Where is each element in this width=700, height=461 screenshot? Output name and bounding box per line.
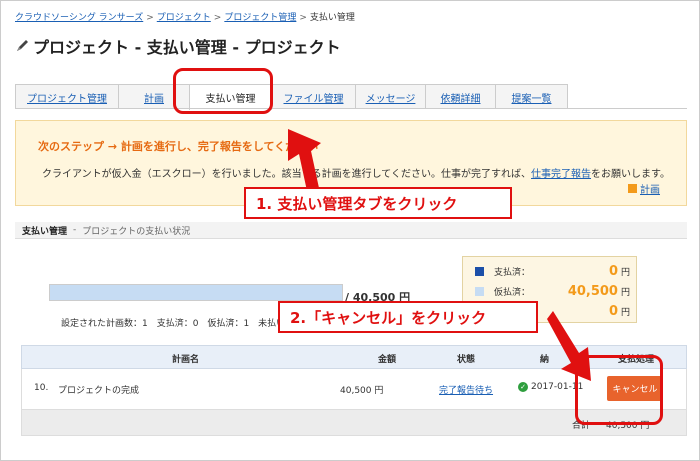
callout-step-1: 1. 支払い管理タブをクリック: [244, 187, 512, 219]
arrow-to-tab: [288, 129, 321, 191]
arrow-to-cancel: [547, 311, 591, 381]
page-frame: クラウドソーシング ランサーズ > プロジェクト > プロジェクト管理 > 支払い管理 プロ…: [0, 0, 700, 461]
callout-step-2: 2.「キャンセル」をクリック: [278, 301, 538, 333]
annotation-arrows: [288, 129, 591, 381]
